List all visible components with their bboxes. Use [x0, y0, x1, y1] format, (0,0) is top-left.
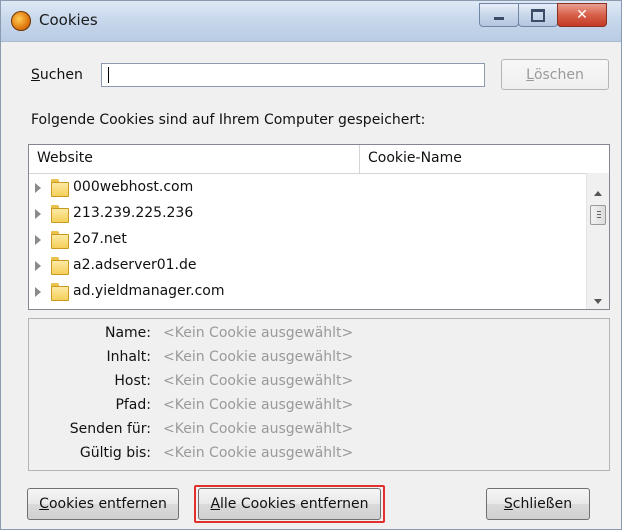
clear-accel: L	[526, 66, 534, 83]
scroll-up-icon[interactable]	[594, 191, 602, 196]
folder-icon	[51, 231, 69, 249]
detail-value: <Kein Cookie ausgewählt>	[163, 349, 354, 365]
column-cookie-name[interactable]: Cookie-Name	[368, 150, 462, 166]
info-text: Folgende Cookies sind auf Ihrem Computer…	[31, 112, 426, 128]
folder-icon	[51, 205, 69, 223]
vertical-scrollbar[interactable]	[586, 173, 609, 309]
search-input[interactable]	[101, 63, 485, 87]
detail-value: <Kein Cookie ausgewählt>	[163, 445, 354, 461]
cookies-window: Cookies ✕ Suchen Löschen Folgende Cookie…	[0, 0, 622, 530]
expand-arrow-icon[interactable]	[35, 183, 41, 193]
cookie-details-panel: Name: <Kein Cookie ausgewählt> Inhalt: <…	[28, 318, 610, 471]
row-website: 2o7.net	[73, 231, 127, 247]
row-website: 213.239.225.236	[73, 205, 194, 221]
remove-accel: C	[39, 496, 49, 512]
column-website[interactable]: Website	[37, 150, 93, 166]
folder-icon	[51, 283, 69, 301]
cookie-tree[interactable]: Website Cookie-Name 000webhost.com 213.2…	[28, 144, 610, 310]
minimize-icon	[494, 16, 504, 20]
detail-value: <Kein Cookie ausgewählt>	[163, 397, 354, 413]
detail-label: Host:	[114, 373, 151, 389]
clear-label-rest: öschen	[533, 66, 584, 83]
detail-label: Pfad:	[115, 397, 151, 413]
maximize-button[interactable]	[518, 3, 558, 27]
detail-value: <Kein Cookie ausgewählt>	[163, 373, 354, 389]
search-label-accel: S	[31, 67, 40, 83]
tree-row[interactable]: 000webhost.com	[29, 175, 585, 201]
expand-arrow-icon[interactable]	[35, 287, 41, 297]
close-accel: S	[503, 496, 513, 512]
detail-row-inhalt: Inhalt: <Kein Cookie ausgewählt>	[29, 347, 609, 371]
firefox-icon	[11, 11, 31, 31]
tree-row[interactable]: a2.adserver01.de	[29, 253, 585, 279]
minimize-button[interactable]	[479, 3, 519, 27]
text-caret	[108, 67, 109, 83]
title-bar[interactable]: Cookies ✕	[1, 1, 621, 42]
clear-search-button[interactable]: Löschen	[501, 59, 609, 90]
row-website: ad.yieldmanager.com	[73, 283, 225, 299]
detail-value: <Kein Cookie ausgewählt>	[163, 421, 354, 437]
detail-label: Name:	[104, 325, 151, 341]
detail-row-host: Host: <Kein Cookie ausgewählt>	[29, 371, 609, 395]
remove-label-rest: ookies entfernen	[48, 496, 167, 512]
remove-cookie-button[interactable]: Cookies entfernen	[27, 488, 179, 520]
row-website: a2.adserver01.de	[73, 257, 197, 273]
detail-label: Inhalt:	[106, 349, 151, 365]
close-button[interactable]: Schließen	[486, 488, 590, 520]
detail-label: Gültig bis:	[79, 445, 151, 461]
tree-row[interactable]: ad.yieldmanager.com	[29, 279, 585, 305]
column-separator[interactable]	[359, 145, 360, 173]
maximize-icon	[531, 8, 545, 22]
detail-row-pfad: Pfad: <Kein Cookie ausgewählt>	[29, 395, 609, 419]
close-window-button[interactable]: ✕	[557, 3, 607, 27]
highlight-frame	[194, 485, 385, 523]
tree-row[interactable]: 213.239.225.236	[29, 201, 585, 227]
scroll-thumb[interactable]	[590, 205, 606, 225]
folder-icon	[51, 179, 69, 197]
expand-arrow-icon[interactable]	[35, 209, 41, 219]
detail-row-senden: Senden für: <Kein Cookie ausgewählt>	[29, 419, 609, 443]
column-header: Website Cookie-Name	[29, 145, 609, 174]
close-label-rest: chließen	[512, 496, 573, 512]
detail-row-name: Name: <Kein Cookie ausgewählt>	[29, 323, 609, 347]
detail-value: <Kein Cookie ausgewählt>	[163, 325, 354, 341]
detail-row-gueltig: Gültig bis: <Kein Cookie ausgewählt>	[29, 443, 609, 467]
close-icon: ✕	[576, 7, 588, 23]
search-label: Suchen	[31, 67, 83, 83]
row-website: 000webhost.com	[73, 179, 194, 195]
search-label-rest: uchen	[39, 67, 83, 83]
expand-arrow-icon[interactable]	[35, 235, 41, 245]
window-controls: ✕	[479, 3, 607, 27]
scroll-down-icon[interactable]	[594, 299, 602, 304]
folder-icon	[51, 257, 69, 275]
tree-row[interactable]: 2o7.net	[29, 227, 585, 253]
detail-label: Senden für:	[69, 421, 151, 437]
expand-arrow-icon[interactable]	[35, 261, 41, 271]
window-title: Cookies	[39, 11, 98, 29]
